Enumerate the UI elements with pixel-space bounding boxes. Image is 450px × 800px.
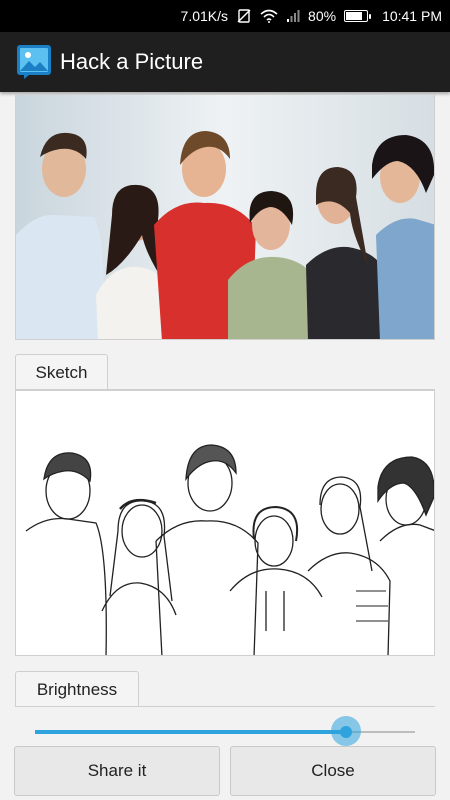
battery-percent: 80%: [308, 8, 337, 24]
net-speed: 7.01K/s: [180, 8, 229, 24]
original-photo-image: [16, 95, 434, 339]
wifi-icon: [260, 9, 278, 23]
picture-icon: [16, 44, 52, 80]
no-sim-icon: [236, 8, 252, 24]
close-button[interactable]: Close: [230, 746, 436, 796]
battery-icon: [344, 10, 372, 22]
app-title: Hack a Picture: [60, 49, 204, 74]
slider-thumb[interactable]: [339, 726, 352, 738]
status-bar: 7.01K/s 80% 10:41 PM: [0, 0, 450, 32]
share-button[interactable]: Share it: [14, 746, 220, 796]
app-bar: Hack a Picture: [0, 32, 450, 92]
signal-icon: [286, 9, 300, 23]
clock: 10:41 PM: [382, 8, 442, 24]
tab-brightness: Brightness: [15, 671, 139, 707]
tab-sketch: Sketch: [15, 354, 108, 390]
sketch-image: [16, 391, 434, 655]
brightness-slider[interactable]: [35, 716, 415, 746]
slider-track-fill: [35, 730, 347, 734]
close-button-label: Close: [311, 761, 355, 780]
divider: [15, 706, 435, 707]
tab-brightness-label: Brightness: [36, 679, 118, 699]
tab-sketch-label: Sketch: [35, 362, 88, 382]
share-button-label: Share it: [87, 761, 147, 780]
original-photo: [15, 94, 435, 340]
sketch-preview: [15, 390, 435, 656]
